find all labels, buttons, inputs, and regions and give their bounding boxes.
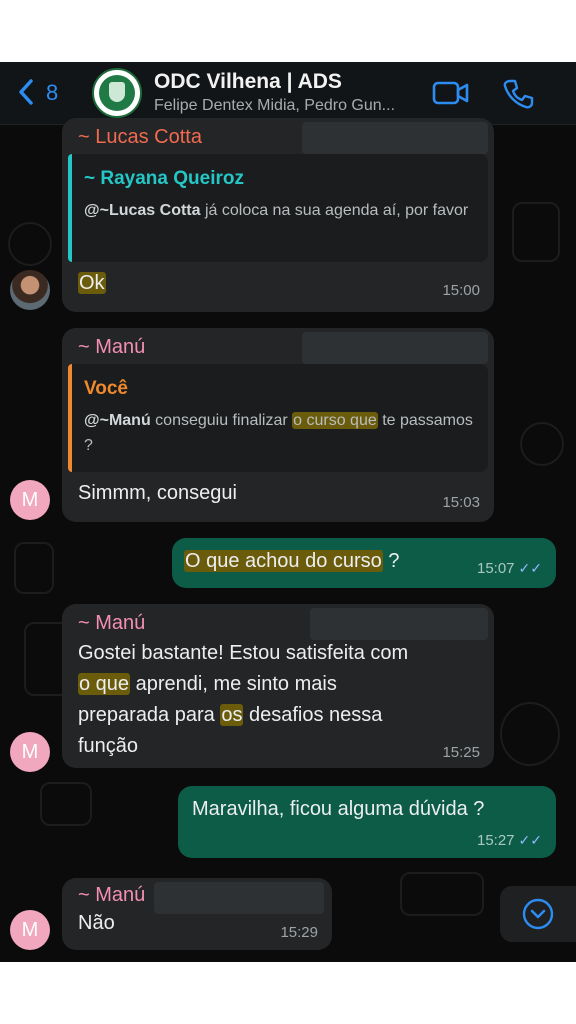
quoted-message[interactable]: Você @~Manú conseguiu finalizar o curso … <box>68 364 488 472</box>
quote-bar <box>68 154 72 262</box>
message-time: 15:07 ✓✓ <box>476 560 542 577</box>
sender-name: ~ Lucas Cotta <box>78 126 202 148</box>
wallpaper-doodle <box>40 782 92 826</box>
message-bubble[interactable]: ~ Manú Você @~Manú conseguiu finalizar o… <box>62 328 494 522</box>
message-text: Maravilha, ficou alguma dúvida ? <box>192 798 485 820</box>
message-text: Ok <box>78 272 106 294</box>
quote-text: @~Manú conseguiu finalizar o curso que t… <box>84 412 473 454</box>
double-check-icon: ✓✓ <box>518 560 542 576</box>
message-bubble[interactable]: ~ Lucas Cotta ~ Rayana Queiroz @~Lucas C… <box>62 118 494 312</box>
sender-name: ~ Manú <box>78 884 146 906</box>
message-bubble-outgoing[interactable]: O que achou do curso ? 15:07 ✓✓ <box>172 538 556 588</box>
message-time: 15:27 ✓✓ <box>476 832 542 849</box>
avatar[interactable]: M <box>10 910 50 950</box>
unread-count[interactable]: 8 <box>46 80 58 106</box>
message-text: Simmm, consegui <box>78 482 237 504</box>
message-bubble[interactable]: ~ Manú Não 15:29 <box>62 878 332 950</box>
video-call-icon[interactable] <box>432 78 470 113</box>
wallpaper-doodle <box>8 222 52 266</box>
phone-icon[interactable] <box>502 78 534 115</box>
wallpaper-doodle <box>14 542 54 594</box>
group-title[interactable]: ODC Vilhena | ADS <box>154 70 342 94</box>
message-time: 15:03 <box>442 494 480 511</box>
quote-bar <box>68 364 72 472</box>
sender-name: ~ Manú <box>78 336 146 358</box>
message-time: 15:00 <box>442 282 480 299</box>
scroll-to-bottom-button[interactable] <box>500 886 576 942</box>
group-members[interactable]: Felipe Dentex Midia, Pedro Gun... <box>154 97 395 115</box>
sender-name: ~ Manú <box>78 612 146 634</box>
wallpaper-doodle <box>520 422 564 466</box>
chat-header: 8 ODC Vilhena | ADS Felipe Dentex Midia,… <box>0 62 576 125</box>
redacted-phone <box>310 608 488 640</box>
quote-author: ~ Rayana Queiroz <box>84 168 244 189</box>
quote-text: @~Lucas Cotta já coloca na sua agenda aí… <box>84 202 469 219</box>
group-avatar[interactable] <box>92 68 142 118</box>
message-text: Não <box>78 912 115 934</box>
message-bubble[interactable]: ~ Manú Gostei bastante! Estou satisfeita… <box>62 604 494 768</box>
message-bubble-outgoing[interactable]: Maravilha, ficou alguma dúvida ? 15:27 ✓✓ <box>178 786 556 858</box>
wallpaper-doodle <box>500 702 560 766</box>
message-text: Gostei bastante! Estou satisfeita com o … <box>78 642 409 757</box>
wallpaper-doodle <box>512 202 560 262</box>
redacted-phone <box>302 122 488 154</box>
redacted-phone <box>154 882 324 914</box>
message-text: O que achou do curso ? <box>184 550 400 572</box>
avatar[interactable]: M <box>10 480 50 520</box>
chat-screen: 8 ODC Vilhena | ADS Felipe Dentex Midia,… <box>0 62 576 962</box>
message-time: 15:25 <box>442 744 480 761</box>
chevron-left-icon[interactable] <box>16 77 36 113</box>
message-time: 15:29 <box>280 924 318 941</box>
chevron-down-icon <box>522 898 554 935</box>
double-check-icon: ✓✓ <box>518 832 542 848</box>
wallpaper-doodle <box>400 872 484 916</box>
avatar[interactable]: M <box>10 732 50 772</box>
avatar[interactable] <box>10 270 50 310</box>
redacted-phone <box>302 332 488 364</box>
quote-author: Você <box>84 378 129 399</box>
quoted-message[interactable]: ~ Rayana Queiroz @~Lucas Cotta já coloca… <box>68 154 488 262</box>
